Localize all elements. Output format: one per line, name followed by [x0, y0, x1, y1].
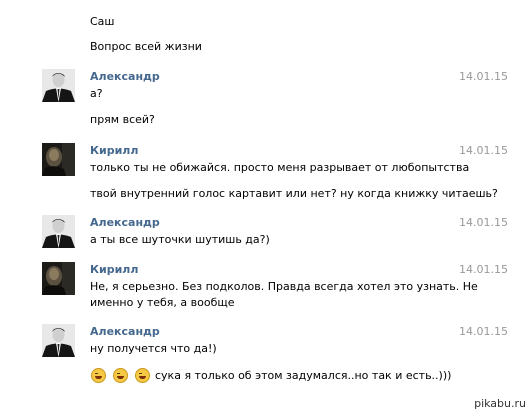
avatar-dark-portrait-icon: [42, 262, 75, 295]
message-text: твой внутренний голос картавит или нет? …: [90, 187, 498, 200]
message-date[interactable]: 14.01.15: [459, 144, 508, 157]
message-date[interactable]: 14.01.15: [459, 216, 508, 229]
message-author[interactable]: Кирилл: [90, 144, 138, 157]
message-text: Вопрос всей жизни: [90, 40, 202, 53]
avatar-suit-icon: [42, 324, 75, 357]
message-text: Не, я серьезно. Без подколов. Правда все…: [90, 280, 478, 293]
message-text: а ты все шуточки шутишь да?): [90, 233, 270, 246]
message-text: ну получется что да!): [90, 342, 217, 355]
laughing-emoji-icon: [113, 368, 128, 383]
message-text: прям всей?: [90, 113, 155, 126]
message-author[interactable]: Александр: [90, 70, 160, 83]
message-text: а?: [90, 87, 103, 100]
message-text: только ты не обижайся. просто меня разры…: [90, 161, 470, 174]
laughing-emoji-icon: [91, 368, 106, 383]
avatar-suit-icon: [42, 215, 75, 248]
avatar-dark-portrait-icon: [42, 143, 75, 176]
laughing-emoji-icon: [135, 368, 150, 383]
message-author[interactable]: Кирилл: [90, 263, 138, 276]
avatar[interactable]: [42, 262, 75, 295]
message-author[interactable]: Александр: [90, 216, 160, 229]
watermark: pikabu.ru: [471, 396, 529, 411]
avatar[interactable]: [42, 69, 75, 102]
message-text: сука я только об этом задумался..но так …: [155, 369, 452, 382]
message-date[interactable]: 14.01.15: [459, 263, 508, 276]
message-date[interactable]: 14.01.15: [459, 70, 508, 83]
message-text: Саш: [90, 15, 115, 28]
avatar[interactable]: [42, 143, 75, 176]
message-date[interactable]: 14.01.15: [459, 325, 508, 338]
avatar[interactable]: [42, 215, 75, 248]
avatar[interactable]: [42, 324, 75, 357]
message-author[interactable]: Александр: [90, 325, 160, 338]
message-text: именно у тебя, а вообще: [90, 296, 235, 309]
avatar-suit-icon: [42, 69, 75, 102]
